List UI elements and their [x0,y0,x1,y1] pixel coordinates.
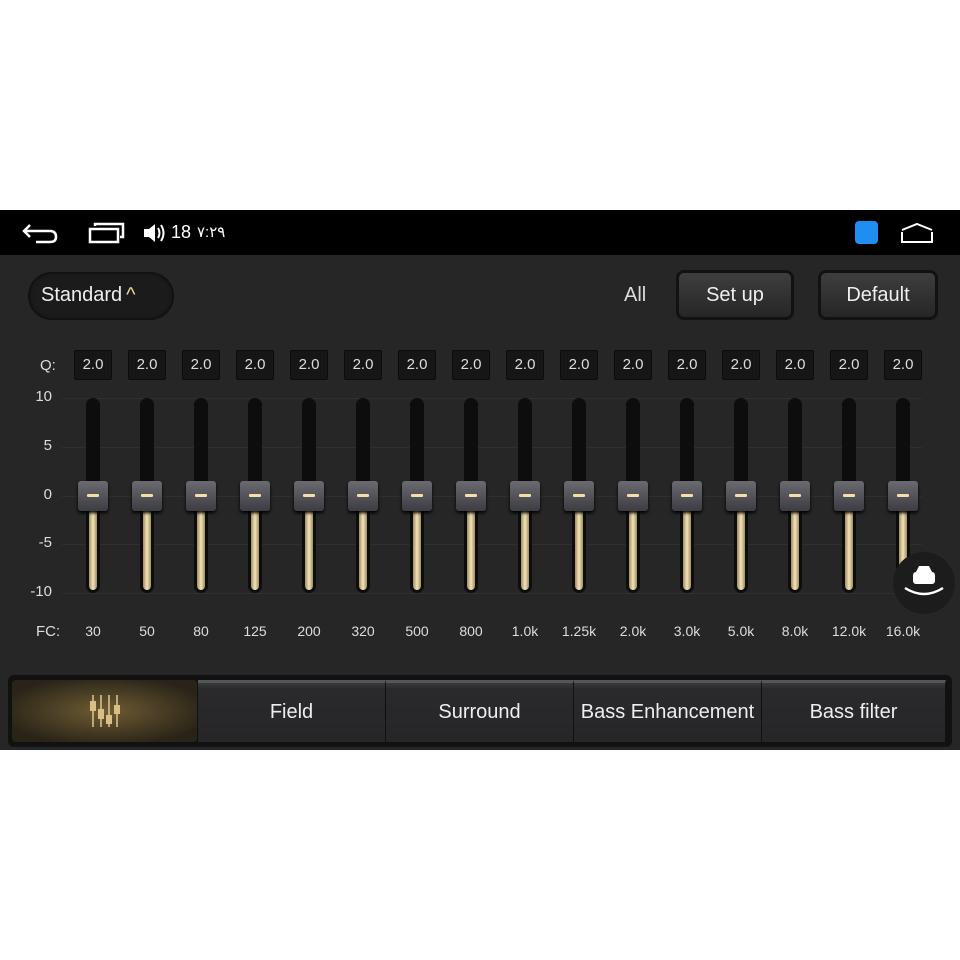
clock: ۷:۲۹ [197,224,226,241]
fc-label: 8.0k [781,623,809,639]
fc-label: 80 [193,623,209,639]
eq-slider-knob[interactable] [510,480,540,511]
fc-label: 200 [297,623,321,639]
fc-label: 5.0k [727,623,755,639]
fc-label: 1.0k [511,623,539,639]
eq-slider-knob[interactable] [672,480,702,511]
q-value-box[interactable]: 2.0 [182,350,220,380]
eq-slider-knob[interactable] [402,480,432,511]
default-button[interactable]: Default [818,270,938,320]
q-value-box[interactable]: 2.0 [614,350,652,380]
tab-equalizer[interactable] [12,680,198,742]
fc-label: 125 [243,623,267,639]
q-value-box[interactable]: 2.0 [74,350,112,380]
eq-slider-knob[interactable] [888,480,918,511]
eq-slider-knob[interactable] [780,480,810,511]
app-notification-icon[interactable] [855,221,878,244]
fc-label: 30 [85,623,101,639]
tab-bass-filter[interactable]: Bass filter [762,680,946,742]
preset-dropdown[interactable]: Standard ^ [28,272,174,320]
tab-field[interactable]: Field [198,680,386,742]
back-icon[interactable] [22,222,58,244]
eq-slider-knob[interactable] [564,480,594,511]
y-tick-label: -5 [38,534,52,552]
eq-slider-knob[interactable] [186,480,216,511]
eq-slider-knob[interactable] [348,480,378,511]
y-tick-label: 0 [43,485,52,503]
tab-bar: Field Surround Bass Enhancement Bass fil… [8,675,952,747]
y-tick-label: -10 [30,583,52,600]
eq-slider-knob[interactable] [456,480,486,511]
status-bar: 18 ۷:۲۹ [0,210,960,255]
y-tick-label: 5 [43,436,52,454]
fc-label: 1.25k [561,623,597,639]
q-value-box[interactable]: 2.0 [398,350,436,380]
recent-apps-icon[interactable] [88,222,126,244]
eq-slider-knob[interactable] [294,480,324,511]
car-rotate-icon [904,566,944,596]
home-icon[interactable] [900,222,934,244]
q-value-box[interactable]: 2.0 [776,350,814,380]
q-value-box[interactable]: 2.0 [884,350,922,380]
setup-button[interactable]: Set up [676,270,794,320]
volume-level: 18 [171,222,192,242]
eq-slider-knob[interactable] [726,480,756,511]
fc-label: 320 [351,623,375,639]
equalizer-icon [89,695,120,727]
q-value-box[interactable]: 2.0 [506,350,544,380]
fc-label: 500 [405,623,429,639]
eq-slider-knob[interactable] [618,480,648,511]
q-value-box[interactable]: 2.0 [722,350,760,380]
q-value-box[interactable]: 2.0 [236,350,274,380]
grid-line [62,593,922,594]
eq-slider-knob[interactable] [834,480,864,511]
fc-label: 12.0k [831,623,867,639]
fc-label: 3.0k [673,623,701,639]
fc-label: 16.0k [885,623,921,639]
y-tick-label: 10 [35,388,52,405]
fc-label: 2.0k [619,623,647,639]
eq-slider-knob[interactable] [78,480,108,511]
car-rotate-button[interactable] [893,552,955,614]
eq-slider-knob[interactable] [240,480,270,511]
q-value-box[interactable]: 2.0 [290,350,328,380]
eq-slider-knob[interactable] [132,480,162,511]
q-value-box[interactable]: 2.0 [344,350,382,380]
tab-surround[interactable]: Surround [386,680,574,742]
q-value-box[interactable]: 2.0 [452,350,490,380]
preset-label: Standard [41,284,123,306]
q-value-box[interactable]: 2.0 [668,350,706,380]
all-label[interactable]: All [624,284,646,307]
q-value-box[interactable]: 2.0 [830,350,868,380]
equalizer-screen: 18 ۷:۲۹ Standard ^ All Set up Default Q: … [0,210,960,750]
volume-icon[interactable] [142,222,168,244]
q-label: Q: [40,357,56,374]
fc-label: 50 [139,623,155,639]
q-value-box[interactable]: 2.0 [128,350,166,380]
tab-bass-enhancement[interactable]: Bass Enhancement [574,680,762,742]
fc-label: FC: [36,623,61,640]
fc-label: 800 [459,623,483,639]
chevron-up-icon: ^ [126,284,136,306]
q-value-box[interactable]: 2.0 [560,350,598,380]
